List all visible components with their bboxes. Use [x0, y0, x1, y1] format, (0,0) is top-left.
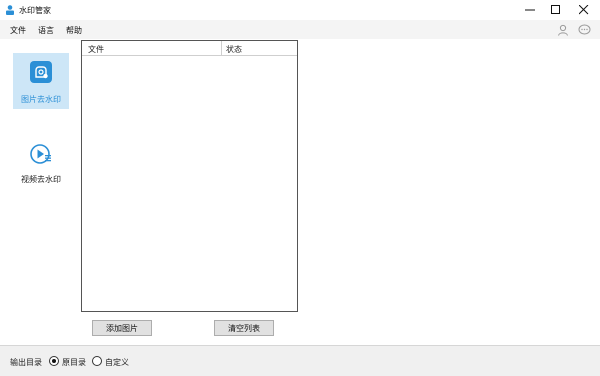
file-list[interactable]: 文件 状态 — [81, 40, 298, 312]
column-header-status[interactable]: 状态 — [226, 44, 242, 55]
column-header-file[interactable]: 文件 — [88, 44, 104, 55]
preview-area — [299, 40, 600, 345]
close-button[interactable] — [570, 0, 598, 20]
clear-list-button[interactable]: 清空列表 — [214, 320, 274, 336]
add-image-button[interactable]: 添加图片 — [92, 320, 152, 336]
video-remove-watermark-icon — [30, 143, 52, 165]
user-icon[interactable] — [555, 22, 571, 38]
minimize-button[interactable] — [516, 0, 544, 20]
app-logo-icon — [4, 4, 16, 16]
maximize-icon — [551, 5, 560, 14]
radio-original-directory[interactable] — [49, 356, 59, 366]
radio-original-directory-label[interactable]: 原目录 — [62, 357, 86, 368]
menu-file[interactable]: 文件 — [10, 25, 26, 36]
close-icon — [579, 5, 589, 15]
sidebar-item-label: 视频去水印 — [21, 175, 61, 184]
image-remove-watermark-icon — [30, 61, 52, 83]
chat-icon[interactable] — [576, 22, 592, 38]
sidebar-item-label: 图片去水印 — [21, 95, 61, 104]
sidebar-item-image-watermark[interactable]: 图片去水印 — [13, 53, 69, 109]
column-divider — [221, 41, 222, 56]
menu-bar: 文件 语言 帮助 — [0, 20, 600, 39]
window-title: 水印管家 — [19, 6, 51, 15]
title-bar: 水印管家 — [0, 0, 600, 20]
maximize-button[interactable] — [542, 0, 570, 20]
sidebar-item-video-watermark[interactable]: 视频去水印 — [13, 135, 69, 191]
minimize-icon — [525, 9, 535, 11]
menu-help[interactable]: 帮助 — [66, 25, 82, 36]
menu-language[interactable]: 语言 — [38, 25, 54, 36]
sidebar: 图片去水印 视频去水印 — [0, 39, 80, 345]
radio-custom-directory[interactable] — [92, 356, 102, 366]
output-directory-bar: 输出目录 原目录 自定义 — [0, 345, 600, 376]
radio-custom-directory-label[interactable]: 自定义 — [105, 357, 129, 368]
list-header: 文件 状态 — [82, 41, 297, 56]
output-directory-label: 输出目录 — [10, 358, 42, 367]
